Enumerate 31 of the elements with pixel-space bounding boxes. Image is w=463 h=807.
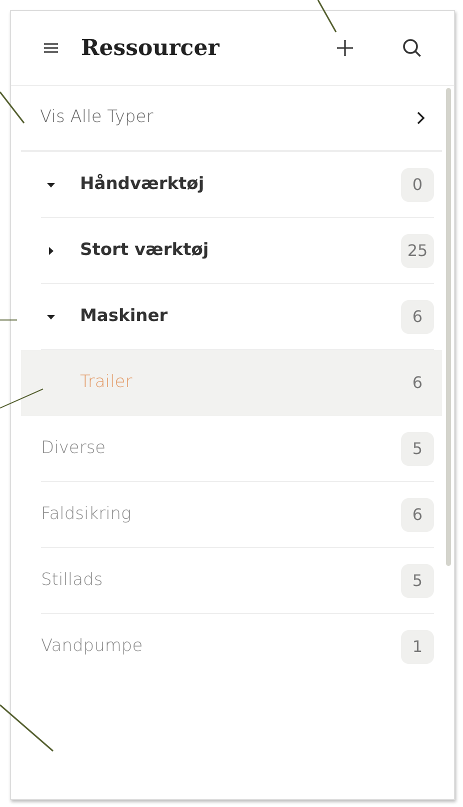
chevron-right-icon bbox=[416, 111, 426, 125]
category-item[interactable]: Vandpumpe 1 bbox=[41, 614, 434, 680]
category-row[interactable]: Stort værktøj 25 bbox=[41, 218, 434, 284]
leader-line bbox=[0, 388, 44, 408]
item-count: 6 bbox=[411, 372, 424, 394]
count-badge: 1 bbox=[401, 630, 434, 664]
page-title: Ressourcer bbox=[81, 34, 220, 62]
category-item[interactable]: Stillads 5 bbox=[41, 548, 434, 614]
category-item[interactable]: Trailer 6 bbox=[21, 350, 442, 416]
count-badge: 5 bbox=[401, 564, 434, 598]
category-label: Håndværktøj bbox=[80, 172, 206, 196]
count-badge: 6 bbox=[401, 498, 434, 532]
category-label: Faldsikring bbox=[41, 502, 132, 526]
category-label: Diverse bbox=[41, 436, 107, 460]
leader-line bbox=[0, 92, 25, 124]
count-badge: 6 bbox=[401, 300, 434, 334]
category-label: Vandpumpe bbox=[41, 635, 144, 658]
category-label: Trailer bbox=[79, 371, 134, 394]
count-badge: 0 bbox=[401, 168, 434, 202]
leader-line bbox=[0, 704, 54, 752]
category-item[interactable]: Faldsikring 6 bbox=[41, 482, 434, 548]
category-item[interactable]: Diverse 5 bbox=[41, 416, 434, 482]
count-badge: 25 bbox=[401, 234, 434, 268]
category-label: Maskiner bbox=[80, 304, 169, 328]
caret-right-icon[interactable] bbox=[46, 246, 56, 256]
leader-line bbox=[317, 0, 337, 32]
category-label: Stort værktøj bbox=[80, 238, 210, 262]
category-label: Stillads bbox=[41, 568, 104, 592]
category-row[interactable]: Håndværktøj 0 bbox=[41, 152, 434, 218]
count-badge: 5 bbox=[401, 432, 434, 466]
show-all-link[interactable]: Vis Alle Typer bbox=[21, 86, 442, 152]
